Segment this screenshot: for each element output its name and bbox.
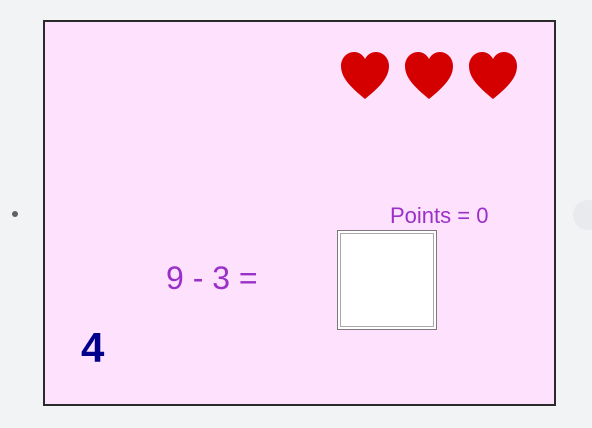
math-equation: 9 - 3 = (166, 260, 258, 296)
side-dot-indicator (12, 211, 18, 217)
level-number: 4 (81, 324, 105, 371)
heart-icon (469, 52, 517, 99)
answer-input-box[interactable] (337, 230, 437, 330)
lives-hearts (339, 50, 519, 102)
game-board: Points = 0 9 - 3 = 4 (43, 20, 556, 406)
side-nav-button[interactable] (573, 200, 592, 230)
page: Points = 0 9 - 3 = 4 (0, 0, 592, 428)
answer-input-field[interactable] (340, 233, 434, 327)
heart-icon (341, 52, 389, 99)
points-counter: Points = 0 (390, 203, 489, 228)
heart-icon (405, 52, 453, 99)
